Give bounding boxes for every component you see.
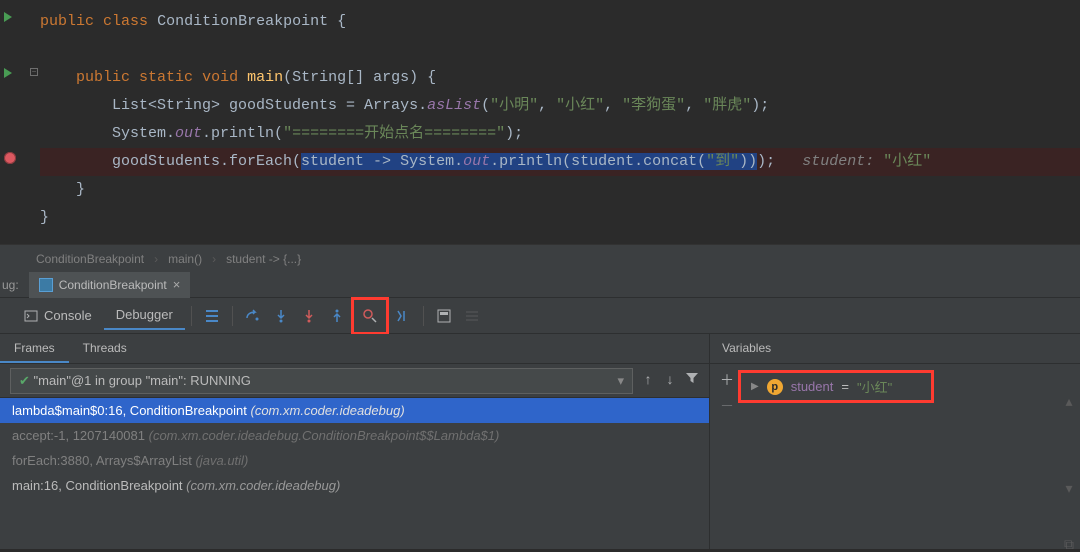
debug-session-tab[interactable]: ConditionBreakpoint × (29, 272, 191, 298)
code-area[interactable]: public class ConditionBreakpoint { publi… (40, 0, 1080, 244)
trace-current-stream-icon[interactable] (458, 302, 486, 330)
mute-breakpoints-icon[interactable] (356, 302, 384, 330)
down-arrow-icon[interactable]: ▾ (1065, 481, 1072, 498)
chevron-down-icon: ▾ (617, 373, 624, 389)
check-icon: ✔ (19, 373, 30, 388)
prev-frame-icon[interactable]: ↑ (641, 373, 655, 389)
debug-content: Frames Threads ✔ "main"@1 in group "main… (0, 334, 1080, 549)
frames-panel: Frames Threads ✔ "main"@1 in group "main… (0, 334, 710, 549)
debug-config-icon (39, 278, 53, 292)
frame-row[interactable]: lambda$main$0:16, ConditionBreakpoint (c… (0, 398, 709, 423)
step-into-icon[interactable] (267, 302, 295, 330)
remove-watch-icon[interactable]: － (720, 396, 734, 416)
debug-tabs: ug: ConditionBreakpoint × (0, 272, 1080, 298)
run-to-cursor-icon[interactable] (389, 302, 417, 330)
run-class-icon[interactable] (4, 12, 12, 22)
step-over-icon[interactable] (239, 302, 267, 330)
step-out-icon[interactable] (323, 302, 351, 330)
breadcrumb[interactable]: ConditionBreakpoint › main() › student -… (0, 244, 1080, 272)
fold-icon[interactable]: − (30, 68, 38, 76)
debug-toolbar: Console Debugger (0, 298, 1080, 334)
chevron-right-icon: › (154, 252, 158, 266)
frames-list: lambda$main$0:16, ConditionBreakpoint (c… (0, 398, 709, 498)
breadcrumb-lambda[interactable]: student -> {...} (226, 252, 301, 266)
up-arrow-icon[interactable]: ▴ (1065, 394, 1072, 411)
frame-row[interactable]: accept:-1, 1207140081 (com.xm.coder.idea… (0, 423, 709, 448)
clipboard-icon[interactable]: ⧉ (1064, 538, 1074, 552)
run-main-icon[interactable] (4, 68, 12, 78)
console-icon (24, 309, 38, 323)
debug-tab-label: ConditionBreakpoint (59, 278, 167, 292)
breakpoint-icon[interactable] (4, 152, 18, 166)
thread-selector[interactable]: ✔ "main"@1 in group "main": RUNNING ▾ (10, 368, 633, 394)
parameter-badge-icon: p (767, 379, 783, 395)
force-step-into-icon[interactable] (295, 302, 323, 330)
expand-arrow-icon[interactable]: ▶ (751, 381, 759, 392)
filter-icon[interactable] (685, 371, 699, 390)
next-frame-icon[interactable]: ↓ (663, 373, 677, 389)
gutter: − (0, 0, 40, 244)
variables-header: Variables (710, 334, 1080, 364)
threads-icon[interactable] (198, 302, 226, 330)
evaluate-expression-icon[interactable] (430, 302, 458, 330)
debugger-tab[interactable]: Debugger (104, 301, 185, 330)
highlighted-mute-breakpoints (351, 297, 389, 335)
close-icon[interactable]: × (173, 277, 181, 292)
frame-row[interactable]: forEach:3880, Arrays$ArrayList (java.uti… (0, 448, 709, 473)
debug-label: ug: (2, 278, 19, 292)
breadcrumb-method[interactable]: main() (168, 252, 202, 266)
threads-tab[interactable]: Threads (69, 334, 141, 363)
console-tab[interactable]: Console (12, 302, 104, 329)
code-editor: − public class ConditionBreakpoint { pub… (0, 0, 1080, 244)
add-watch-icon[interactable]: ＋ (720, 370, 734, 390)
variable-row[interactable]: ▶ p student = "小红" (738, 370, 934, 403)
variables-panel: Variables ＋ － ▶ p student = "小红" (710, 334, 1080, 549)
frame-row[interactable]: main:16, ConditionBreakpoint (com.xm.cod… (0, 473, 709, 498)
chevron-right-icon: › (212, 252, 216, 266)
breadcrumb-class[interactable]: ConditionBreakpoint (36, 252, 144, 266)
right-rail: ▴ ▾ ⧉ (1058, 334, 1080, 552)
frames-tab[interactable]: Frames (0, 334, 69, 363)
